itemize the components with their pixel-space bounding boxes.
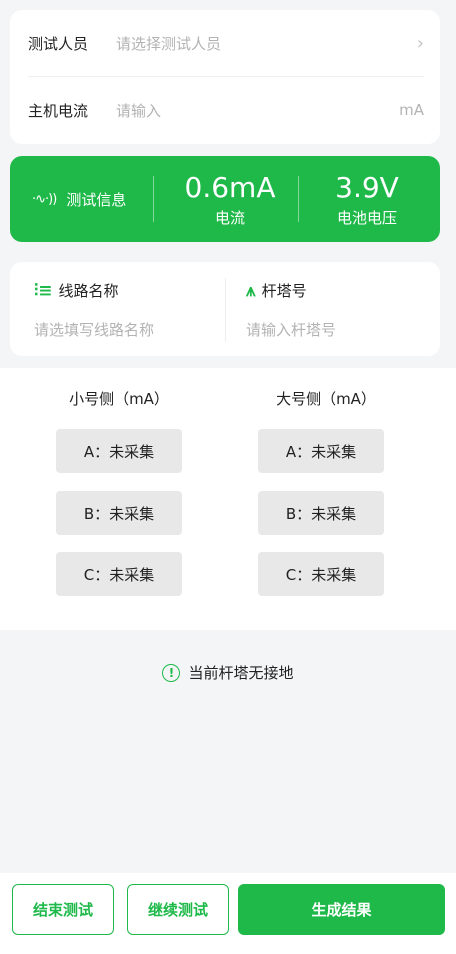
tower-number-input[interactable]: 请输入杆塔号 [246, 319, 336, 340]
info-divider [153, 176, 154, 222]
end-test-button[interactable]: 结束测试 [12, 884, 114, 935]
voltage-metric: 3.9V 电池电压 [302, 172, 432, 228]
info-icon: ! [162, 663, 181, 682]
large-side-header: 大号侧（mA） [276, 390, 376, 408]
voltage-value: 3.9V [335, 171, 399, 204]
small-side-phase-a[interactable]: A：未采集 [56, 429, 182, 473]
tester-label: 测试人员 [28, 34, 89, 53]
small-side-phase-b[interactable]: B：未采集 [56, 491, 182, 535]
chevron-right-icon: › [416, 32, 424, 54]
current-label: 主机电流 [28, 101, 89, 120]
small-side-header: 小号侧（mA） [69, 390, 169, 408]
line-name-field[interactable]: ⫶≡ 线路名称 请选填写线路名称 [34, 280, 154, 340]
large-side-phase-c[interactable]: C：未采集 [258, 552, 384, 596]
test-info-label: 测试信息 [66, 190, 127, 209]
line-icon: ⫶≡ [34, 280, 53, 301]
no-ground-warning: ! 当前杆塔无接地 [0, 662, 456, 683]
tower-number-field[interactable]: ⩚ 杆塔号 请输入杆塔号 [246, 280, 336, 340]
continue-test-button[interactable]: 继续测试 [127, 884, 229, 935]
sample-section: 小号侧（mA） 大号侧（mA） A：未采集 B：未采集 C：未采集 A：未采集 … [0, 368, 456, 630]
line-card-divider [225, 278, 226, 342]
current-value: 0.6mA [184, 171, 276, 204]
bottom-action-bar: 结束测试 继续测试 生成结果 [0, 873, 456, 954]
info-divider [298, 176, 299, 222]
current-caption: 电流 [214, 209, 245, 227]
small-side-phase-c[interactable]: C：未采集 [56, 552, 182, 596]
generate-result-button[interactable]: 生成结果 [238, 884, 445, 935]
tower-number-label: 杆塔号 [261, 282, 307, 300]
line-card: ⫶≡ 线路名称 请选填写线路名称 ⩚ 杆塔号 请输入杆塔号 [10, 262, 440, 356]
current-input-row[interactable]: 主机电流 请输入 mA [28, 77, 424, 143]
test-info-card: ·∿·)) 测试信息 0.6mA 电流 3.9V 电池电压 [10, 156, 440, 242]
tester-placeholder: 请选择测试人员 [116, 34, 222, 53]
large-side-phase-a[interactable]: A：未采集 [258, 429, 384, 473]
warning-text: 当前杆塔无接地 [188, 664, 294, 682]
current-unit: mA [399, 101, 424, 119]
tower-icon: ⩚ [246, 280, 256, 301]
signal-waves-icon: ·∿·)) [32, 191, 57, 207]
voltage-caption: 电池电压 [336, 209, 397, 227]
line-name-label: 线路名称 [58, 282, 119, 300]
line-name-input[interactable]: 请选填写线路名称 [34, 319, 154, 340]
large-side-phase-b[interactable]: B：未采集 [258, 491, 384, 535]
current-metric: 0.6mA 电流 [165, 172, 295, 228]
current-input[interactable]: 请输入 [116, 100, 399, 121]
tester-select[interactable]: 测试人员 请选择测试人员 › [28, 10, 424, 76]
form-card: 测试人员 请选择测试人员 › 主机电流 请输入 mA [10, 10, 440, 144]
test-info-label-group: ·∿·)) 测试信息 [32, 156, 126, 242]
